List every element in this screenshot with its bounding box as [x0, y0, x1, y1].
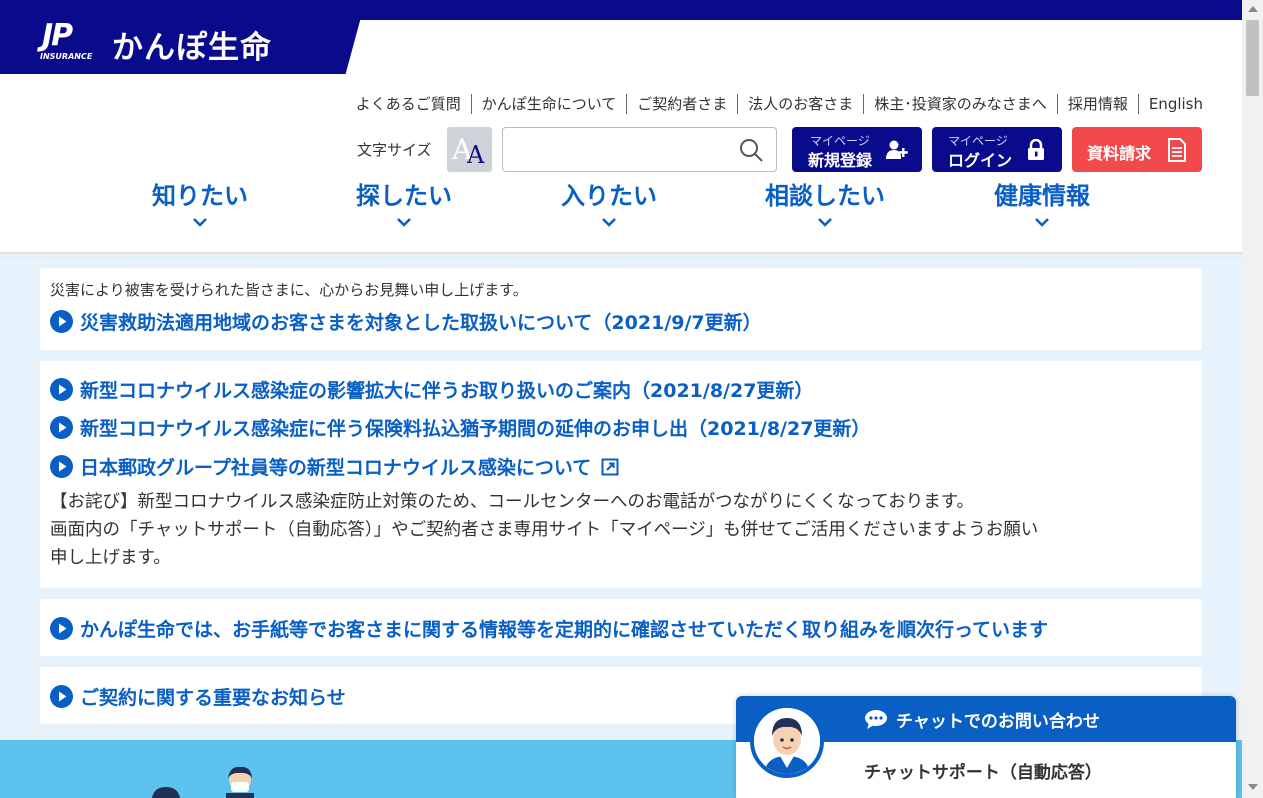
- covid-link-2[interactable]: 新型コロナウイルス感染症に伴う保険料払込猶予期間の延伸のお申し出（2021/8/…: [50, 414, 870, 441]
- nav-health[interactable]: 健康情報: [982, 176, 1102, 227]
- nav-know[interactable]: 知りたい: [140, 176, 260, 227]
- operator-avatar-icon: [754, 708, 820, 774]
- person-illustration-2: [152, 787, 180, 798]
- chat-avatar: [750, 704, 824, 778]
- covid-link-3-text: 日本郵政グループ社員等の新型コロナウイルス感染について: [80, 457, 592, 479]
- nav-consult[interactable]: 相談したい: [755, 176, 895, 227]
- logo-jp-mark: JP: [42, 18, 73, 53]
- chat-bubble-icon: [865, 710, 887, 729]
- util-link-about[interactable]: かんぽ生命について: [470, 94, 627, 114]
- util-link-careers[interactable]: 採用情報: [1056, 94, 1138, 114]
- person-illustration: [226, 766, 254, 798]
- arrow-circle-icon: [50, 685, 73, 708]
- font-size-icon-accent: A: [467, 141, 485, 169]
- search-box: [502, 127, 777, 172]
- util-link-investors[interactable]: 株主･投資家のみなさまへ: [863, 94, 1057, 114]
- disaster-message: 災害により被害を受けられた皆さまに、心からお見舞い申し上げます。: [50, 281, 528, 299]
- arrow-circle-icon: [50, 416, 73, 439]
- logo-company-name: かんぽ生命: [112, 30, 272, 66]
- important-notice-link[interactable]: ご契約に関する重要なお知らせ: [50, 683, 346, 710]
- scroll-up-arrow-icon[interactable]: [1248, 6, 1258, 12]
- confirm-info-link-text: かんぽ生命では、お手紙等でお客さまに関する情報等を定期的に確認させていただく取り…: [80, 619, 1049, 641]
- nav-consult-label: 相談したい: [765, 182, 885, 210]
- font-size-button[interactable]: AA: [447, 127, 492, 172]
- important-notice-link-text: ご契約に関する重要なお知らせ: [80, 687, 346, 709]
- covid-link-2-text: 新型コロナウイルス感染症に伴う保険料払込猶予期間の延伸のお申し出（2021/8/…: [80, 418, 871, 440]
- chat-title: チャットでのお問い合わせ: [896, 712, 1100, 732]
- vertical-scrollbar[interactable]: [1242, 0, 1263, 798]
- nav-know-label: 知りたい: [152, 182, 248, 210]
- mypage-register-label: 新規登録: [808, 151, 873, 170]
- logo-insurance-text: INSURANCE: [40, 52, 93, 61]
- request-documents-button[interactable]: 資料請求: [1072, 127, 1202, 172]
- chat-support-label[interactable]: チャットサポート（自動応答）: [864, 758, 1102, 783]
- nav-health-label: 健康情報: [994, 182, 1090, 210]
- logo[interactable]: JP INSURANCE かんぽ生命: [0, 0, 360, 74]
- util-link-corporate[interactable]: 法人のお客さま: [737, 94, 863, 114]
- font-size-label: 文字サイズ: [357, 141, 432, 159]
- search-icon[interactable]: [738, 137, 764, 163]
- covid-link-1-text: 新型コロナウイルス感染症の影響拡大に伴うお取り扱いのご案内（2021/8/27更…: [80, 380, 814, 402]
- disaster-link-text: 災害救助法適用地域のお客さまを対象とした取扱いについて（2021/9/7更新）: [80, 312, 762, 334]
- mypage-login-button[interactable]: マイページ ログイン: [932, 127, 1062, 172]
- disaster-link[interactable]: 災害救助法適用地域のお客さまを対象とした取扱いについて（2021/9/7更新）: [50, 308, 762, 335]
- util-link-english[interactable]: English: [1137, 94, 1213, 114]
- add-user-icon: [886, 140, 908, 159]
- search-input[interactable]: [511, 128, 731, 171]
- document-icon: [1168, 138, 1186, 162]
- chevron-down-icon: [818, 218, 832, 227]
- util-link-faq[interactable]: よくあるご質問: [346, 94, 471, 114]
- arrow-circle-icon: [50, 378, 73, 401]
- util-link-policyholders[interactable]: ご契約者さま: [626, 94, 737, 114]
- nav-search-label: 探したい: [356, 182, 452, 210]
- arrow-circle-icon: [50, 310, 73, 333]
- covid-link-1[interactable]: 新型コロナウイルス感染症の影響拡大に伴うお取り扱いのご案内（2021/8/27更…: [50, 376, 813, 403]
- chevron-down-icon: [1035, 218, 1049, 227]
- request-documents-label: 資料請求: [1087, 144, 1152, 163]
- scroll-down-arrow-icon[interactable]: [1248, 784, 1258, 790]
- arrow-circle-icon: [50, 455, 73, 478]
- nav-join[interactable]: 入りたい: [549, 176, 669, 227]
- apology-line-1: 【お詫び】新型コロナウイルス感染症防止対策のため、コールセンターへのお電話がつな…: [50, 492, 974, 512]
- covid-link-3[interactable]: 日本郵政グループ社員等の新型コロナウイルス感染について: [50, 453, 619, 480]
- scroll-thumb[interactable]: [1246, 20, 1259, 96]
- apology-line-3: 申し上げます。: [50, 548, 171, 568]
- chevron-down-icon: [602, 218, 616, 227]
- nav-search[interactable]: 探したい: [344, 176, 464, 227]
- external-link-icon: [601, 458, 619, 475]
- header-shadow: [0, 252, 1242, 258]
- chevron-down-icon: [397, 218, 411, 227]
- main-nav: 知りたい 探したい 入りたい 相談したい 健康情報: [0, 176, 1242, 254]
- confirm-info-link[interactable]: かんぽ生命では、お手紙等でお客さまに関する情報等を定期的に確認させていただく取り…: [50, 615, 1048, 642]
- mypage-register-button[interactable]: マイページ 新規登録: [792, 127, 922, 172]
- utility-nav: よくあるご質問 かんぽ生命について ご契約者さま 法人のお客さま 株主･投資家の…: [346, 94, 1213, 114]
- arrow-circle-icon: [50, 617, 73, 640]
- apology-line-2: 画面内の「チャットサポート（自動応答）」やご契約者さま専用サイト「マイページ」も…: [50, 520, 1039, 540]
- lock-icon: [1028, 139, 1044, 160]
- nav-join-label: 入りたい: [561, 182, 657, 210]
- chevron-down-icon: [193, 218, 207, 227]
- mypage-login-label: ログイン: [948, 151, 1013, 170]
